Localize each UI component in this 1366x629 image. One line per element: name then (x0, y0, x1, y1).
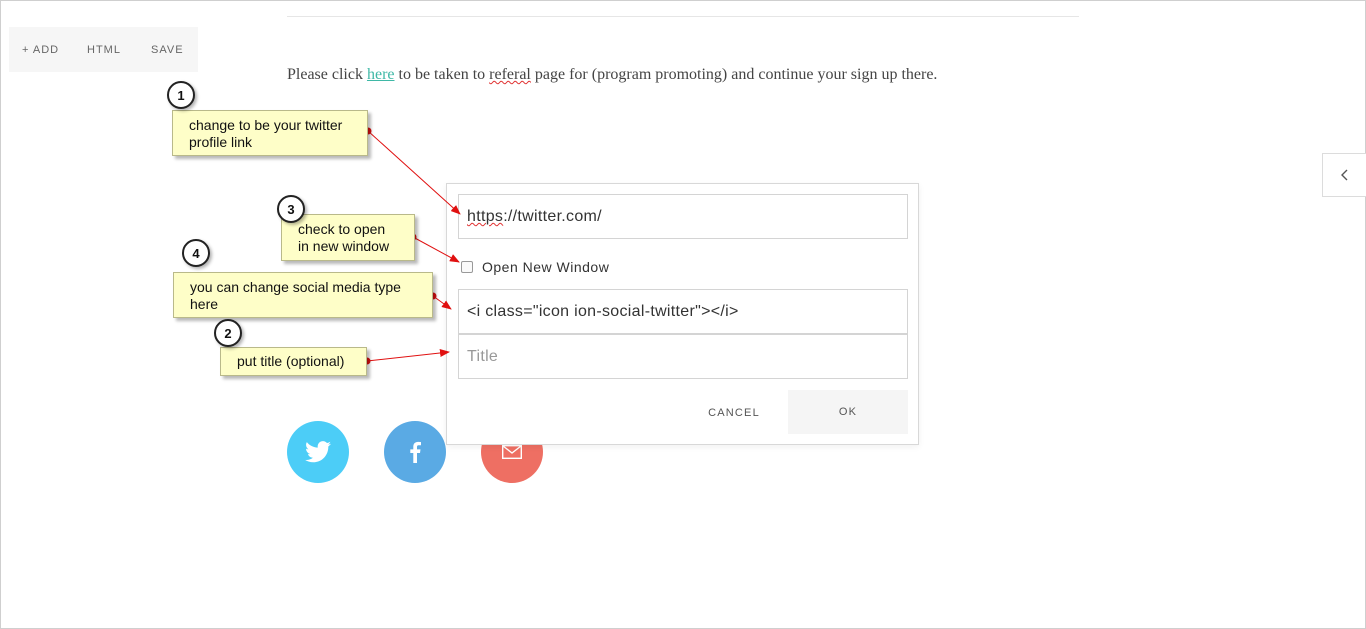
open-new-window-label: Open New Window (482, 259, 610, 275)
open-new-window-row[interactable]: Open New Window (461, 259, 609, 275)
ok-button[interactable]: OK (788, 390, 908, 434)
divider (287, 16, 1079, 17)
paragraph-text: Please click (287, 66, 367, 83)
annotation-note-3: check to open in new window (281, 214, 415, 261)
paragraph-text: to be taken to (394, 66, 490, 83)
annotation-badge-2: 2 (214, 319, 242, 347)
side-panel-toggle[interactable] (1322, 153, 1366, 197)
paragraph-text: page for (program promoting) and continu… (530, 66, 938, 83)
annotation-note-2: put title (optional) (220, 347, 367, 376)
icon-html-input[interactable]: <i class="icon ion-social-twitter"></i> (458, 289, 908, 334)
here-link[interactable]: here (367, 66, 395, 83)
html-button[interactable]: HTML (87, 44, 121, 56)
twitter-icon (305, 441, 331, 463)
url-input[interactable]: https://twitter.com/ (458, 194, 908, 239)
link-edit-dialog: https://twitter.com/ Open New Window <i … (446, 183, 919, 445)
annotation-badge-1: 1 (167, 81, 195, 109)
title-input[interactable]: Title (458, 334, 908, 379)
mail-icon (502, 445, 522, 459)
chevron-left-icon (1340, 169, 1347, 181)
annotation-note-4: you can change social media type here (173, 272, 433, 318)
url-rest-text: ://twitter.com/ (503, 208, 602, 225)
annotation-note-1: change to be your twitter profile link (172, 110, 368, 156)
cancel-button[interactable]: CANCEL (695, 391, 773, 435)
facebook-social-button[interactable] (384, 421, 446, 483)
url-scheme-text: https (467, 208, 504, 225)
open-new-window-checkbox[interactable] (461, 261, 473, 273)
twitter-social-button[interactable] (287, 421, 349, 483)
paragraph-text: referal (489, 66, 531, 83)
add-button[interactable]: + ADD (22, 44, 59, 56)
annotation-badge-3: 3 (277, 195, 305, 223)
annotation-badge-4: 4 (182, 239, 210, 267)
save-button[interactable]: SAVE (151, 44, 184, 56)
editor-toolbar: + ADD HTML SAVE (9, 27, 198, 72)
facebook-icon (410, 441, 421, 463)
content-paragraph: Please click here to be taken to referal… (287, 66, 937, 84)
